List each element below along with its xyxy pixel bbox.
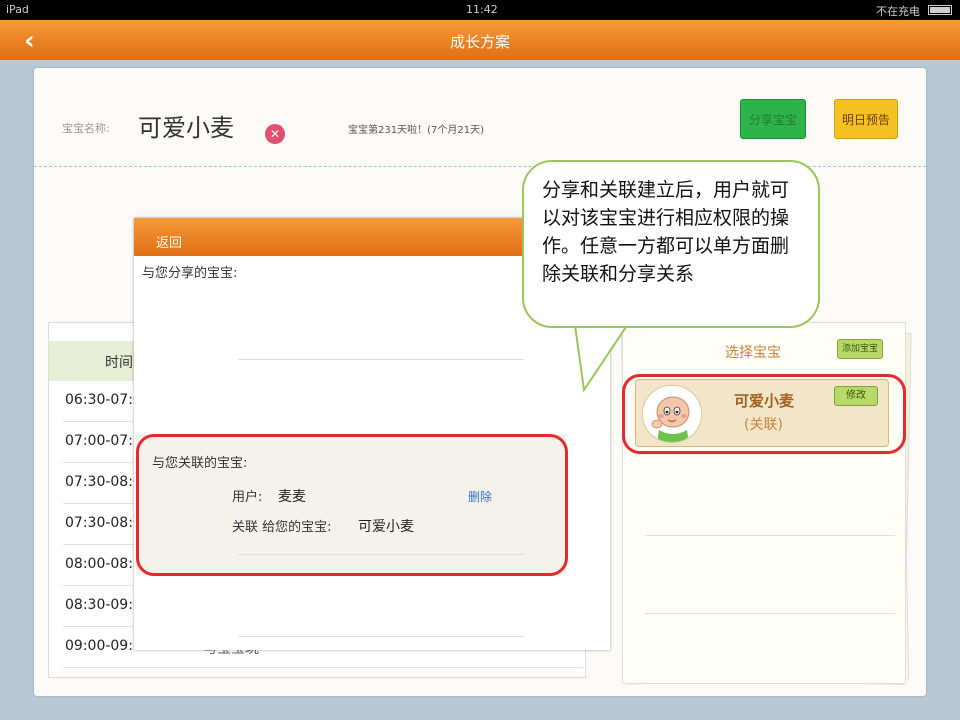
highlight-box bbox=[136, 434, 568, 576]
selector-title: 选择宝宝 bbox=[725, 345, 781, 361]
baby-header: 宝宝名称: 可爱小麦 ✕ 宝宝第231天啦！(7个月21天) 分享宝宝 明日预告 bbox=[34, 68, 926, 168]
add-baby-button[interactable]: 添加宝宝 bbox=[837, 339, 883, 359]
baby-age-text: 宝宝第231天啦！(7个月21天) bbox=[348, 125, 484, 136]
close-icon[interactable]: ✕ bbox=[265, 124, 285, 144]
clock: 11:42 bbox=[466, 3, 498, 16]
nav-bar: ‹ 成长方案 bbox=[0, 20, 960, 60]
time-column-header: 时间 bbox=[105, 355, 133, 371]
status-bar: iPad 11:42 不在充电 bbox=[0, 0, 960, 20]
divider bbox=[645, 613, 895, 614]
baby-name-label: 宝宝名称: bbox=[62, 122, 110, 135]
divider bbox=[238, 359, 524, 360]
callout-bubble: 分享和关联建立后，用户就可以对该宝宝进行相应权限的操作。任意一方都可以单方面删除… bbox=[522, 160, 820, 328]
shared-babies-title: 与您分享的宝宝: bbox=[142, 266, 238, 281]
divider bbox=[238, 636, 524, 637]
charging-status: 不在充电 bbox=[876, 5, 920, 18]
callout-tail bbox=[572, 318, 634, 392]
device-label: iPad bbox=[6, 3, 29, 16]
page-title: 成长方案 bbox=[449, 33, 510, 51]
battery-icon bbox=[928, 5, 952, 15]
divider bbox=[645, 535, 895, 536]
baby-name: 可爱小麦 bbox=[138, 114, 234, 142]
back-button[interactable]: 返回 bbox=[156, 232, 182, 251]
highlight-box bbox=[622, 374, 906, 454]
share-baby-button[interactable]: 分享宝宝 bbox=[740, 99, 806, 139]
tomorrow-preview-button[interactable]: 明日预告 bbox=[834, 99, 898, 139]
